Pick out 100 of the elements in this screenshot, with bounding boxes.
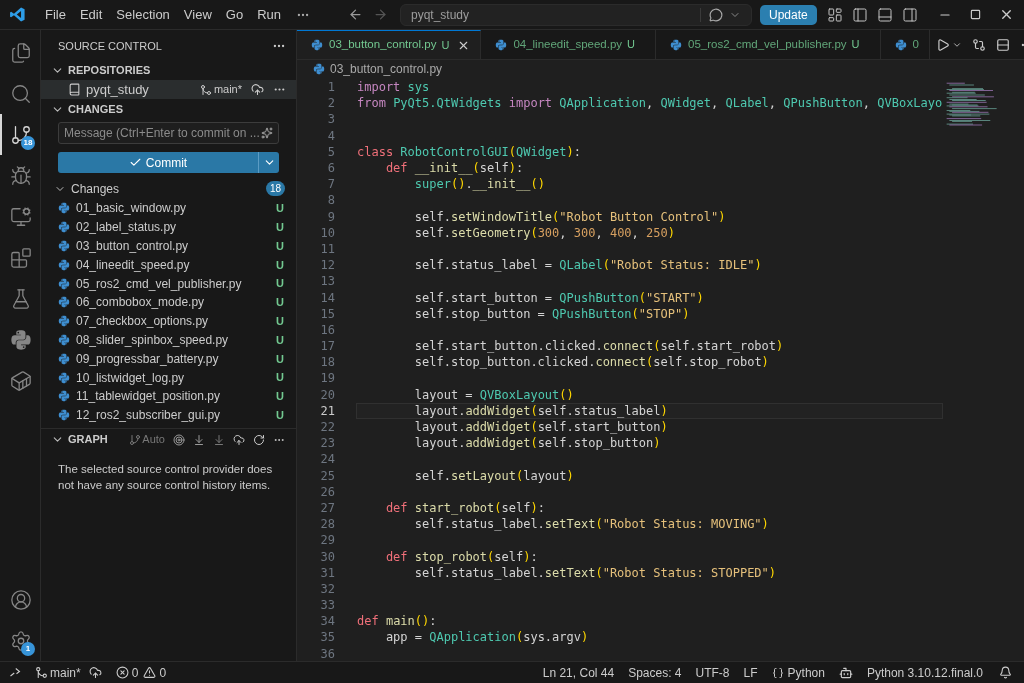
- code-line: def start_robot(self):: [384, 500, 545, 515]
- encoding[interactable]: UTF-8: [695, 663, 730, 682]
- menu-item[interactable]: Edit: [72, 4, 110, 25]
- line-number: 25: [319, 467, 335, 485]
- commit-message-field[interactable]: Message (Ctrl+Enter to commit on ...: [58, 122, 279, 144]
- line-number: 5: [326, 143, 335, 161]
- editor-tab[interactable]: 03_button_control.py U: [297, 30, 482, 59]
- status-letter: U: [276, 313, 284, 329]
- status-letter: U: [276, 332, 284, 348]
- tab-label: 0: [912, 36, 919, 52]
- changed-file-row[interactable]: 07_checkbox_options.py U: [41, 311, 296, 331]
- code-line: self.status_label.setText("Robot Status: STOPPED"): [413, 565, 777, 580]
- line-number: 6: [326, 160, 335, 178]
- graph-empty-message: The selected source control provider does not have any source control history items.: [58, 461, 274, 493]
- line-number: 7: [326, 176, 335, 194]
- update-button[interactable]: Update: [760, 4, 817, 25]
- status-letter: U: [851, 37, 860, 53]
- line-number: 26: [319, 483, 335, 501]
- repository-row[interactable]: pyqt_study main*: [41, 80, 296, 99]
- changed-file-row[interactable]: 03_button_control.py U: [41, 236, 296, 256]
- menu-item[interactable]: Selection: [109, 4, 177, 25]
- line-ending[interactable]: LF: [743, 663, 758, 682]
- auto-label[interactable]: Auto: [142, 431, 165, 448]
- file-name: 08_slider_spinbox_speed.py: [76, 331, 230, 349]
- code-line: self.start_button = QPushButton("START"): [413, 290, 704, 305]
- line-number: 18: [319, 354, 335, 372]
- changed-file-row[interactable]: 10_listwidget_log.py U: [41, 368, 296, 387]
- status-letter: U: [276, 219, 284, 235]
- code-line: layout = QVBoxLayout(): [413, 387, 574, 402]
- file-name: 02_label_status.py: [76, 219, 178, 237]
- file-name: 05_ros2_cmd_vel_publisher.py: [76, 275, 243, 293]
- line-number: 13: [319, 273, 335, 291]
- changed-file-row[interactable]: 12_ros2_subscriber_gui.py U: [41, 405, 296, 425]
- commit-button[interactable]: Commit: [58, 152, 258, 173]
- file-name: 10_listwidget_log.py: [76, 369, 186, 387]
- status-letter: U: [276, 276, 284, 292]
- repository-name: pyqt_study: [86, 80, 150, 99]
- indentation[interactable]: Spaces: 4: [628, 663, 682, 682]
- tab-label: 03_button_control.py: [329, 37, 437, 53]
- section-header[interactable]: CHANGES: [68, 100, 123, 118]
- file-name: 01_basic_window.py: [76, 200, 188, 218]
- line-number: 2: [326, 95, 335, 113]
- branch-status[interactable]: main*: [35, 663, 81, 682]
- file-name: 07_checkbox_options.py: [76, 313, 210, 331]
- changed-file-row[interactable]: 05_ros2_cmd_vel_publisher.py U: [41, 274, 296, 293]
- status-letter: U: [441, 37, 450, 53]
- code-line: self.start_button.clicked.connect(self.start_robot): [413, 339, 784, 354]
- line-number: 23: [319, 435, 335, 453]
- line-number: 32: [319, 580, 335, 598]
- line-number: 14: [319, 289, 335, 307]
- interpreter[interactable]: Python 3.10.12.final.0: [866, 663, 983, 682]
- changed-file-row[interactable]: 09_progressbar_battery.py U: [41, 349, 296, 369]
- status-letter: U: [276, 351, 284, 367]
- code-line: app = QApplication(sys.argv): [384, 630, 589, 645]
- section-header[interactable]: REPOSITORIES: [68, 61, 151, 79]
- line-number: 24: [319, 451, 335, 469]
- changed-file-row[interactable]: 04_lineedit_speed.py U: [41, 255, 296, 275]
- code-line: import sys: [357, 80, 430, 95]
- count-badge: 18: [265, 181, 285, 196]
- line-number: 19: [319, 370, 335, 388]
- tab-label: 04_lineedit_speed.py: [513, 36, 623, 52]
- section-header[interactable]: GRAPH: [68, 431, 130, 448]
- changed-file-row[interactable]: 01_basic_window.py U: [41, 199, 296, 218]
- code-line: self.stop_button = QPushButton("STOP"): [413, 306, 690, 321]
- changed-file-row[interactable]: 02_label_status.py U: [41, 217, 296, 237]
- file-name: 11_tablewidget_position.py: [76, 388, 221, 406]
- code-line: def main():: [357, 614, 437, 629]
- line-number: 9: [326, 208, 335, 226]
- language-mode[interactable]: Python: [771, 663, 825, 682]
- menu-item[interactable]: Run: [250, 4, 288, 25]
- file-name: 06_combobox_mode.py: [76, 294, 206, 312]
- group-label[interactable]: Changes: [71, 179, 266, 198]
- line-number: 15: [319, 305, 335, 323]
- code-line: layout.addWidget(self.status_label): [413, 403, 668, 418]
- branch-name[interactable]: main*: [213, 81, 242, 98]
- changed-file-row[interactable]: 08_slider_spinbox_speed.py U: [41, 330, 296, 350]
- menu-item[interactable]: File: [38, 4, 73, 25]
- code-line: self.status_label = QLabel("Robot Status: IDLE"): [413, 258, 762, 273]
- line-number: 3: [326, 111, 335, 129]
- code-line: self.status_label.setText("Robot Status: MOVING"): [413, 517, 769, 532]
- menu-item[interactable]: View: [176, 4, 219, 25]
- command-center-field[interactable]: pyqt_study: [400, 3, 752, 26]
- line-number: 8: [326, 192, 335, 210]
- code-line: from PyQt5.QtWidgets import QApplication, QWidget, QLabel, QPushButton, QVBoxLayo: [357, 96, 943, 111]
- changed-file-row[interactable]: 11_tablewidget_position.py U: [41, 386, 296, 406]
- file-name: 03_button_control.py: [76, 238, 190, 255]
- line-number: 28: [319, 516, 335, 534]
- line-number: 12: [319, 257, 335, 275]
- breadcrumb[interactable]: 03_button_control.py: [330, 60, 443, 78]
- changed-file-row[interactable]: 06_combobox_mode.py U: [41, 293, 296, 312]
- cursor-position[interactable]: Ln 21, Col 44: [542, 663, 615, 682]
- line-number: 29: [319, 532, 335, 550]
- status-letter: U: [276, 389, 284, 405]
- code-line: layout.addWidget(self.start_button): [413, 420, 668, 435]
- menu-item[interactable]: Go: [218, 4, 251, 25]
- code-line: self.setWindowTitle("Robot Button Control"): [413, 209, 726, 224]
- line-number: 11: [319, 240, 335, 258]
- count-badge: 1: [21, 642, 35, 656]
- problems-status[interactable]: 0 0: [115, 663, 167, 682]
- line-number: 36: [319, 645, 335, 663]
